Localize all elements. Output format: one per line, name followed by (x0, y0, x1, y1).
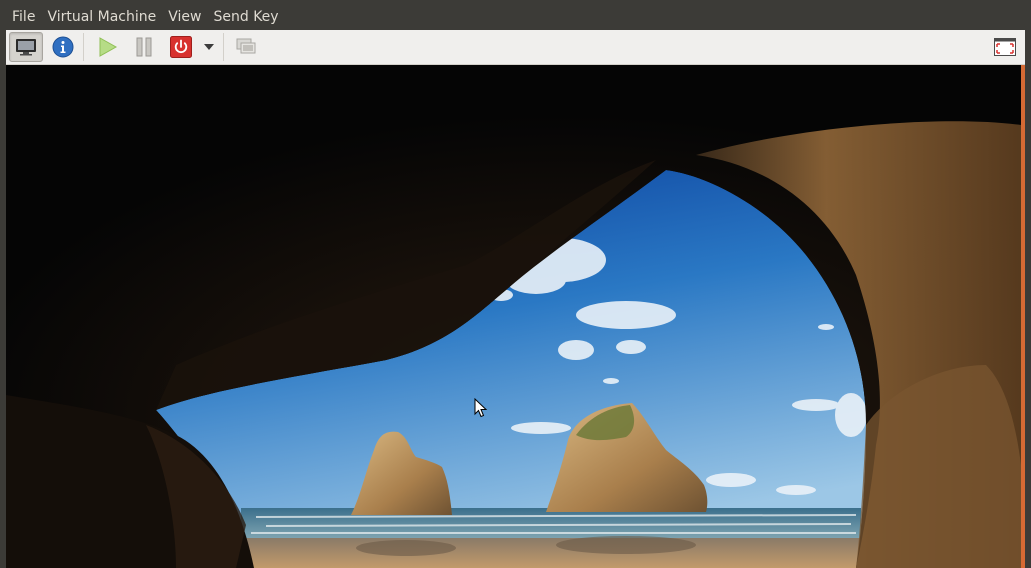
virt-manager-window: File Virtual Machine View Send Key (0, 0, 1031, 568)
fullscreen-button[interactable] (988, 32, 1022, 62)
menu-virtual-machine[interactable]: Virtual Machine (41, 0, 162, 30)
show-console-button[interactable] (9, 32, 43, 62)
pause-icon (136, 37, 152, 57)
guest-display[interactable] (6, 65, 1021, 568)
menu-view[interactable]: View (162, 0, 207, 30)
info-icon (52, 36, 74, 58)
toolbar-separator (83, 33, 84, 61)
snapshots-button[interactable] (230, 32, 264, 62)
mouse-cursor-icon (474, 398, 488, 418)
menu-send-key[interactable]: Send Key (207, 0, 284, 30)
shutdown-button[interactable] (164, 32, 198, 62)
fullscreen-icon (994, 38, 1016, 56)
chevron-down-icon (204, 44, 214, 50)
menu-bar: File Virtual Machine View Send Key (0, 0, 1031, 30)
snapshots-icon (236, 38, 256, 54)
desktop-wallpaper (6, 65, 1021, 568)
toolbar (6, 30, 1025, 65)
show-details-button[interactable] (46, 32, 80, 62)
monitor-icon (16, 39, 36, 56)
pause-button[interactable] (127, 32, 161, 62)
power-icon (170, 36, 192, 58)
menu-file[interactable]: File (6, 0, 41, 30)
run-button[interactable] (90, 32, 124, 62)
toolbar-separator (223, 33, 224, 61)
window-border (1025, 65, 1031, 568)
play-icon (99, 37, 118, 57)
shutdown-menu-button[interactable] (198, 32, 220, 62)
